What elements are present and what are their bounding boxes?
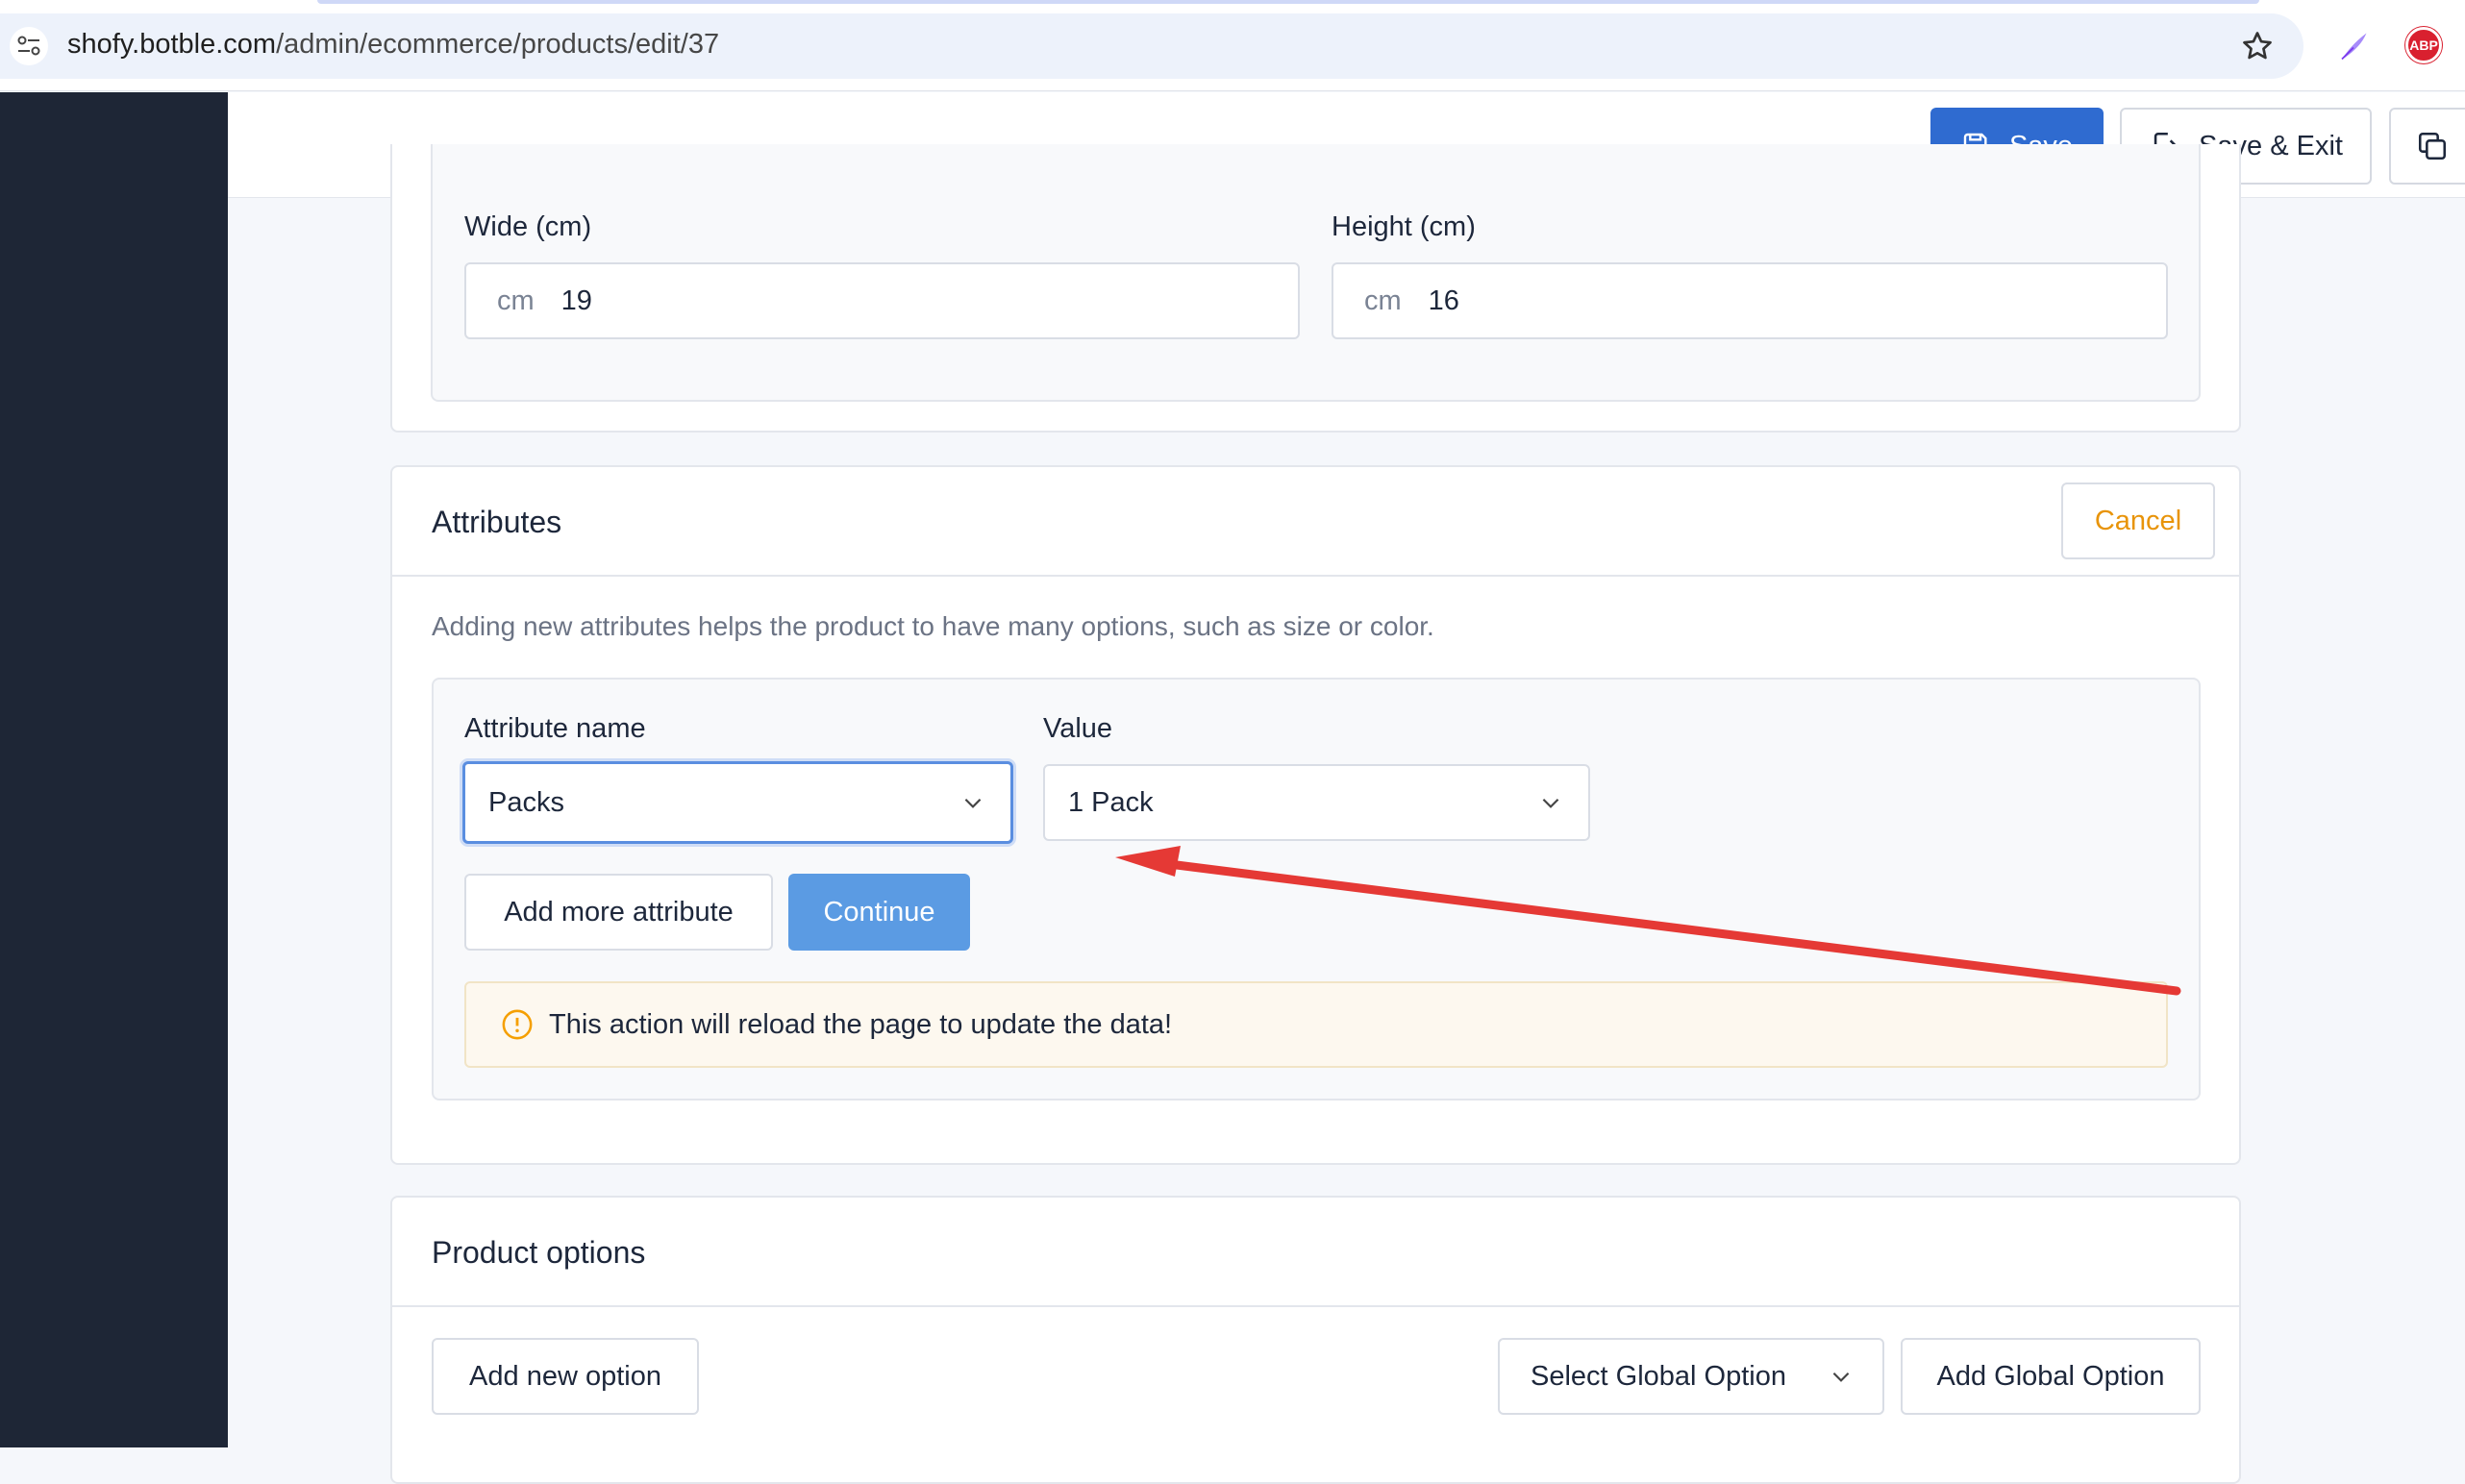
select-global-option[interactable]: Select Global Option [1498, 1338, 1884, 1415]
chevron-down-icon [1832, 1372, 1850, 1382]
select-global-option-placeholder: Select Global Option [1531, 1360, 1786, 1392]
add-global-option-label: Add Global Option [1936, 1360, 2165, 1392]
add-new-option-label: Add new option [469, 1360, 661, 1392]
product-options-divider [392, 1305, 2239, 1307]
add-global-option-button[interactable]: Add Global Option [1901, 1338, 2201, 1415]
add-new-option-button[interactable]: Add new option [432, 1338, 699, 1415]
product-options-title: Product options [432, 1235, 646, 1270]
